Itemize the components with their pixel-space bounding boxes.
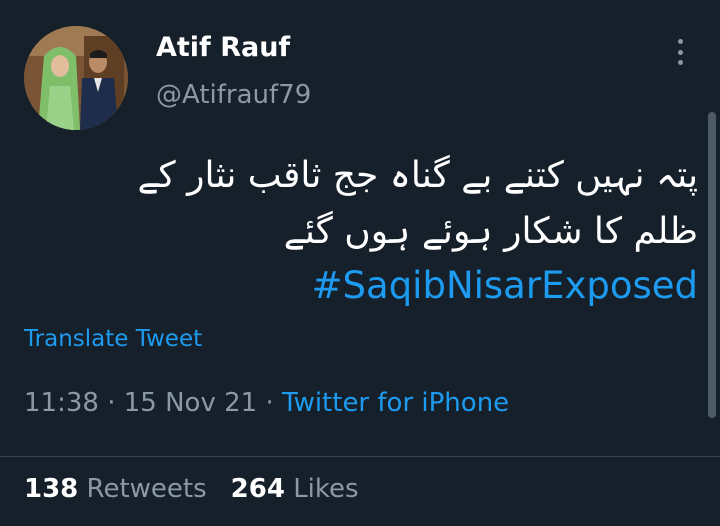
likes-stat[interactable]: 264 Likes xyxy=(231,474,359,504)
likes-count: 264 xyxy=(230,474,285,504)
tweet-line: پتہ نہیں کتنے بے گناہ جج ثاقب نثار کے xyxy=(137,155,698,196)
translate-tweet-link[interactable]: Translate Tweet xyxy=(24,326,202,352)
likes-label: Likes xyxy=(293,474,359,504)
retweets-stat[interactable]: 138 Retweets xyxy=(24,474,207,504)
retweets-count: 138 xyxy=(24,474,79,504)
avatar-photo xyxy=(24,26,128,130)
tweet-text: پتہ نہیں کتنے بے گناہ جج ثاقب نثار کے ظل… xyxy=(24,148,698,312)
separator: · xyxy=(257,388,282,418)
more-dot xyxy=(677,39,683,44)
more-vertical-icon[interactable] xyxy=(670,36,690,68)
tweet-line: ظلم کا شکار ہوئے ہوں گئے xyxy=(283,211,698,252)
retweets-label: Retweets xyxy=(86,474,207,504)
author-handle[interactable]: @Atifrauf79 xyxy=(156,80,311,110)
author-name[interactable]: Atif Rauf xyxy=(156,32,290,63)
tweet-date[interactable]: 15 Nov 21 xyxy=(124,388,257,418)
tweet-time[interactable]: 11:38 xyxy=(24,388,99,418)
hashtag-link[interactable]: #SaqibNisarExposed xyxy=(24,260,698,312)
separator: · xyxy=(98,388,124,418)
tweet-source-link[interactable]: Twitter for iPhone xyxy=(282,388,509,418)
avatar[interactable] xyxy=(24,26,128,130)
more-dot xyxy=(677,60,683,65)
scrollbar[interactable] xyxy=(708,112,716,418)
tweet-metadata: 11:38 · 15 Nov 21 · Twitter for iPhone xyxy=(24,388,509,418)
engagement-stats: 138 Retweets 264 Likes xyxy=(24,474,359,504)
more-dot xyxy=(677,49,683,55)
divider xyxy=(0,456,720,457)
